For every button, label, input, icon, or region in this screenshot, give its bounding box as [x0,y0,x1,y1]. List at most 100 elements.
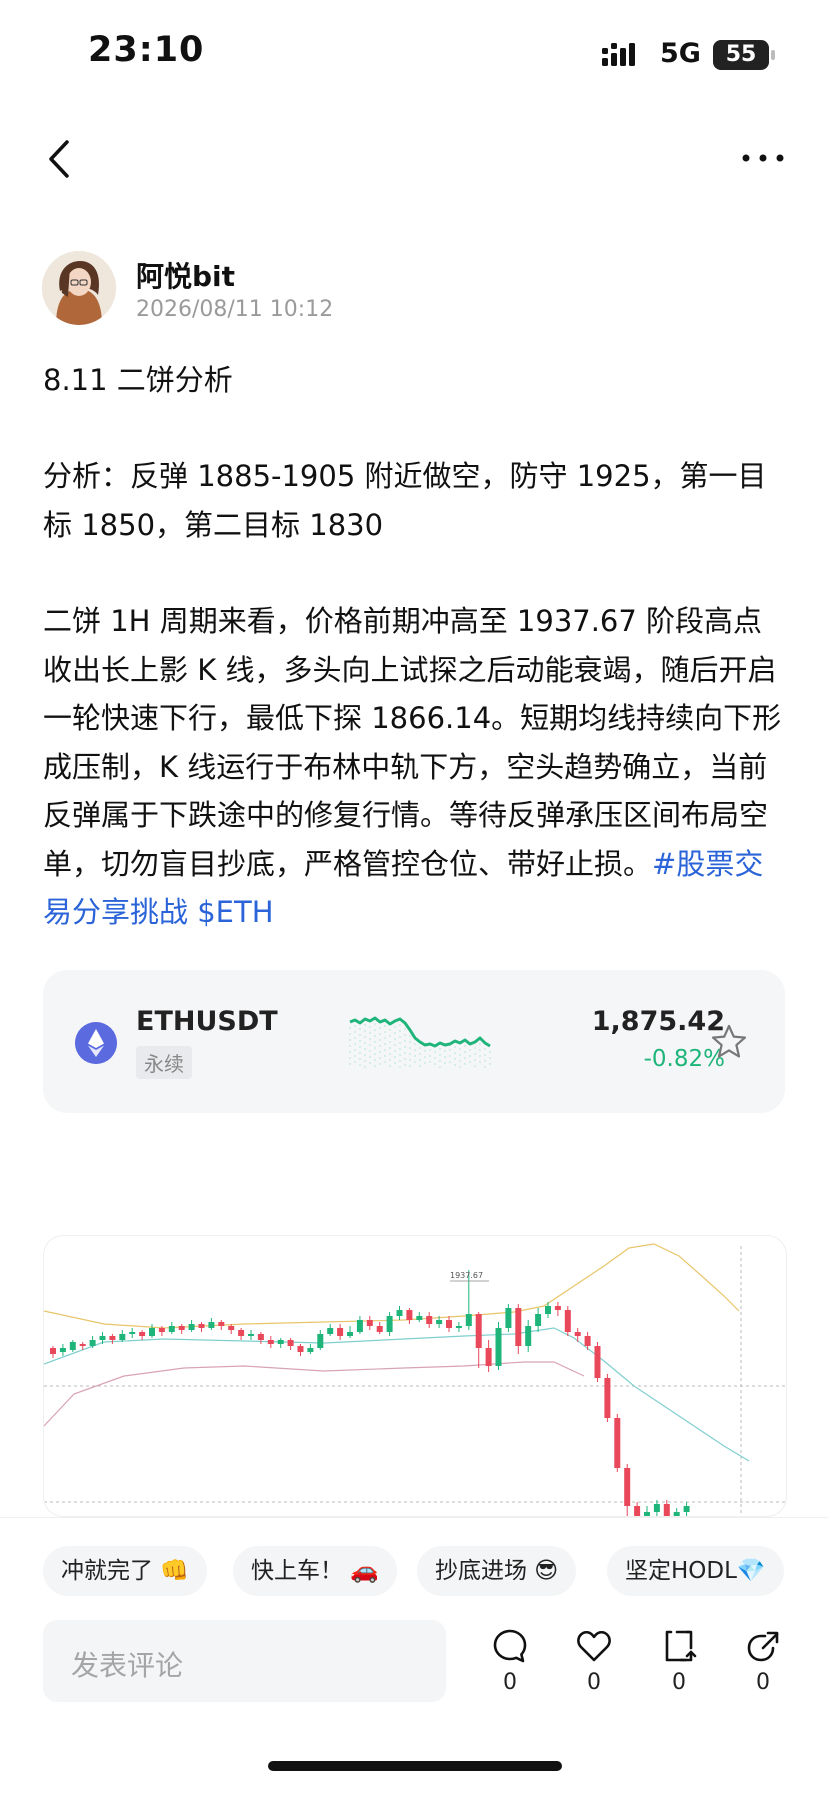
favorite-star-icon[interactable] [709,1022,749,1062]
sparkline-fill-dot [409,1059,411,1061]
sparkline-fill-dot [404,1058,406,1060]
sparkline-fill-dot [384,1043,386,1045]
comment-button[interactable]: 0 [480,1626,540,1706]
sparkline-fill-dot [409,1053,411,1055]
sparkline-fill-dot [374,1041,376,1043]
candle-body [347,1332,353,1336]
like-button[interactable]: 0 [564,1626,624,1706]
like-count: 0 [587,1670,601,1695]
share-button[interactable]: 0 [733,1626,793,1706]
repost-button[interactable]: 0 [649,1626,709,1706]
candle-body [545,1306,551,1314]
candle-body [436,1320,443,1324]
sparkline-fill-dot [359,1040,361,1042]
comment-icon [493,1629,527,1663]
sparkline-fill-dot [379,1045,381,1047]
sparkline-fill-dot [364,1048,366,1050]
sparkline-fill-dot [444,1056,446,1058]
kline-chart-canvas: 1937.67 [44,1243,786,1516]
sparkline-fill-dot [414,1049,416,1051]
candle-body [366,1320,373,1326]
sparkline-fill-dot [364,1054,366,1056]
sparkline-fill-dot [454,1052,456,1054]
candle-body [465,1314,472,1326]
candle-body [178,1326,185,1330]
sparkline-fill-dot [459,1060,461,1062]
kline-high-label: 1937.67 [450,1271,483,1280]
candle-body [356,1320,363,1332]
sparkline-fill-dot [489,1063,491,1065]
candle-body [129,1332,136,1334]
quick-reply-chip[interactable]: 抄底进场 😎 [417,1546,577,1596]
candle-body [455,1326,462,1328]
post-body-text: 二饼 1H 周期来看，价格前期冲高至 1937.67 阶段高点收出长上影 K 线… [43,604,782,881]
quick-reply-chip[interactable]: 坚定HODL💎 [607,1546,784,1596]
candle-body [149,1328,155,1336]
sparkline-fill-dot [354,1049,356,1051]
candle-body [287,1340,294,1346]
sparkline-fill-dot [399,1054,401,1056]
sparkline-fill-dot [434,1063,436,1065]
sparkline-fill-dot [369,1026,371,1028]
back-arrow-icon[interactable] [40,134,80,184]
sparkline-fill-dot [384,1037,386,1039]
avatar[interactable] [42,251,116,325]
sparkline-fill-dot [429,1049,431,1051]
repost-icon [665,1630,697,1662]
sparkline-fill-dot [384,1055,386,1057]
candle-body [297,1346,304,1352]
battery-tip [771,50,775,60]
candle-body [594,1346,601,1378]
candle-body [277,1340,284,1344]
status-time: 23:10 [88,30,205,70]
contract-type-badge: 永续 [136,1046,192,1079]
quick-reply-chip[interactable]: 冲就完了 👊 [43,1546,207,1596]
ticker-card[interactable]: ETHUSDT 永续 1,875.42 -0.82% [43,970,785,1113]
status-bar: 23:10 5G 55 [0,0,828,110]
sparkline-fill-dot [484,1060,486,1062]
sparkline-fill-dot [439,1066,441,1068]
sparkline-fill-dot [364,1060,366,1062]
sparkline-fill-dot [394,1062,396,1064]
sparkline-fill-dot [364,1036,366,1038]
sparkline-fill-dot [474,1047,476,1049]
sparkline-fill-dot [459,1054,461,1056]
sparkline-fill-dot [349,1027,351,1029]
candle-body [337,1328,344,1336]
candle-body [416,1316,423,1320]
candle-body [59,1348,66,1352]
candle-body [327,1328,334,1334]
bollinger-upper-line [44,1243,740,1329]
sparkline-fill-dot [374,1023,376,1025]
candle-body [307,1348,314,1352]
author-name[interactable]: 阿悦bit [136,255,235,295]
sparkline-fill-dot [389,1053,391,1055]
candle-body [99,1336,106,1340]
comment-input[interactable]: 发表评论 [43,1620,446,1702]
sparkline-fill-dot [374,1047,376,1049]
candle-body [554,1306,561,1310]
more-options-icon[interactable] [738,138,788,178]
sparkline-fill-dot [394,1056,396,1058]
sparkline-fill-dot [359,1058,361,1060]
sparkline-fill-dot [379,1039,381,1041]
like-icon [577,1630,611,1662]
sparkline-fill-dot [399,1048,401,1050]
sparkline-fill-dot [489,1051,491,1053]
quick-reply-chip[interactable]: 快上车！ 🚗 [233,1546,397,1596]
candle-body [267,1340,274,1344]
sparkline-fill-dot [349,1063,351,1065]
sparkline-fill-dot [379,1027,381,1029]
candle-body [228,1326,235,1330]
sparkline-fill-dot [369,1044,371,1046]
sparkline-fill-dot [444,1050,446,1052]
sparkline-fill-dot [349,1033,351,1035]
candle-body [653,1504,660,1512]
post-title: 8.11 二饼分析 [43,363,233,397]
sparkline-fill-dot [349,1051,351,1053]
sparkline-fill-dot [354,1043,356,1045]
sparkline-fill-dot [409,1035,411,1037]
sparkline-fill-dot [469,1061,471,1063]
sparkline-fill-dot [354,1031,356,1033]
sparkline-fill-dot [354,1025,356,1027]
